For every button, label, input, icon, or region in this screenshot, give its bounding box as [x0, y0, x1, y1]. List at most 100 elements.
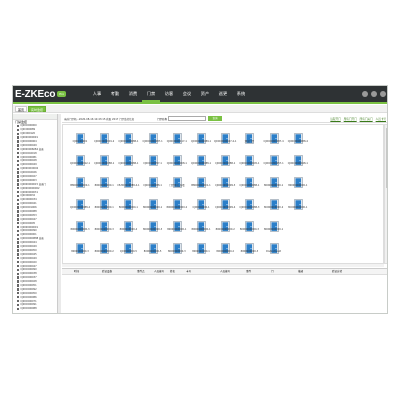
tree-checkbox[interactable]: [17, 155, 20, 159]
door-tile[interactable]: CJ00C0000088-1: [92, 151, 116, 170]
door-tile[interactable]: 80000000000-1: [189, 217, 213, 236]
door-tile[interactable]: 8000000000-2: [213, 239, 237, 258]
tree-checkbox[interactable]: [17, 264, 20, 268]
door-tile[interactable]: 测试门禁: [237, 129, 261, 148]
scrollbar-thumb[interactable]: [386, 128, 387, 188]
tree-checkbox[interactable]: [17, 241, 20, 244]
door-tile[interactable]: CJ00C0000047-4-1: [213, 129, 237, 148]
event-column-header[interactable]: 人员编号: [220, 270, 230, 274]
nav-item[interactable]: 考勤: [106, 86, 124, 102]
event-column-header[interactable]: 门: [271, 270, 274, 274]
door-tile[interactable]: Distinctiveld: [262, 239, 286, 258]
tree-checkbox[interactable]: [17, 132, 20, 135]
tree-checkbox[interactable]: [17, 163, 20, 167]
door-tile[interactable]: CJ00C0000088-1: [189, 151, 213, 170]
door-tile[interactable]: CJ00C00001: [68, 129, 92, 148]
tree-checkbox[interactable]: [17, 268, 20, 272]
tree-checkbox[interactable]: [17, 218, 20, 221]
event-column-header[interactable]: 人员编号: [154, 270, 164, 274]
tree-checkbox[interactable]: [17, 151, 20, 155]
tree-checkbox[interactable]: [17, 214, 20, 217]
door-tile[interactable]: 8C000000000-1: [286, 195, 310, 214]
nav-item[interactable]: 系统: [232, 86, 250, 102]
door-tile[interactable]: CJ00C0000117-1: [165, 129, 189, 148]
tab-home[interactable]: 首页: [15, 106, 28, 112]
door-tile[interactable]: CJ00C0000012-1: [68, 151, 92, 170]
door-tile[interactable]: 8000000000-4: [116, 217, 140, 236]
door-tile[interactable]: 80000000000-1: [116, 195, 140, 214]
tree-checkbox[interactable]: [17, 144, 20, 147]
tree-checkbox[interactable]: [17, 229, 20, 233]
door-tile[interactable]: 8000000000-1: [189, 239, 213, 258]
tree-checkbox[interactable]: [17, 222, 20, 225]
tree-checkbox[interactable]: [17, 257, 20, 260]
door-tile[interactable]: CJ00C0000088-1: [116, 129, 140, 148]
grid-hscrollbar[interactable]: [62, 264, 384, 267]
logout-icon[interactable]: [380, 91, 386, 97]
tree-item[interactable]: CJ00C000088: [13, 307, 57, 311]
door-tile[interactable]: CJ00C0000088-4: [68, 195, 92, 214]
door-tile[interactable]: CJ00C0000087-4: [262, 129, 286, 148]
action-link[interactable]: 所有门关门: [360, 117, 373, 121]
door-tile[interactable]: 80000000000-1: [286, 173, 310, 192]
tree-checkbox[interactable]: [17, 272, 20, 275]
door-tile[interactable]: 门禁测试_外墙: [165, 173, 189, 192]
tree-checkbox[interactable]: [17, 179, 20, 182]
door-tile[interactable]: CJ00C0000088-1: [237, 173, 261, 192]
tree-checkbox[interactable]: [17, 237, 20, 240]
splitter[interactable]: [58, 114, 61, 313]
door-tile[interactable]: CJ00C0000048-1: [286, 151, 310, 170]
nav-item[interactable]: 资产: [196, 86, 214, 102]
door-tile[interactable]: 80000000000-3: [92, 217, 116, 236]
action-link[interactable]: 远程开门: [330, 117, 340, 121]
tree-checkbox[interactable]: [17, 128, 20, 132]
tree-checkbox[interactable]: [17, 210, 20, 213]
door-tile[interactable]: CJ00C0000088-1: [116, 151, 140, 170]
event-column-header[interactable]: 验证方式: [332, 270, 342, 274]
tree-checkbox[interactable]: [17, 171, 20, 174]
event-column-header[interactable]: 事件点: [137, 270, 145, 274]
tree-checkbox[interactable]: [17, 288, 20, 291]
nav-item[interactable]: 巡更: [214, 86, 232, 102]
tree-checkbox[interactable]: [17, 245, 20, 248]
tree-checkbox[interactable]: [17, 260, 20, 264]
door-tile[interactable]: CJ00C0000099-4: [213, 195, 237, 214]
door-tile[interactable]: C8-MCJ000888-4-1: [116, 173, 140, 192]
tree-checkbox[interactable]: [17, 159, 20, 163]
tree-checkbox[interactable]: [17, 225, 20, 229]
settings-icon[interactable]: [371, 91, 377, 97]
event-column-header[interactable]: 卡号: [186, 270, 191, 274]
door-tile[interactable]: CJ00C0000008-1: [165, 151, 189, 170]
tree-checkbox[interactable]: [17, 190, 20, 194]
door-tile[interactable]: 80000000000-1: [92, 173, 116, 192]
door-tile[interactable]: 800000000000-2: [165, 195, 189, 214]
tree-checkbox[interactable]: [17, 253, 20, 256]
tab-realtime-monitor[interactable]: 实时监控: [28, 106, 47, 112]
tree-checkbox[interactable]: [17, 148, 20, 151]
door-tile[interactable]: CJ00000000-5: [116, 239, 140, 258]
tree-checkbox[interactable]: [17, 292, 20, 295]
tree-checkbox[interactable]: [17, 136, 20, 139]
event-column-header[interactable]: 验证设备: [102, 270, 112, 274]
door-tile[interactable]: CJ00C0000088-3: [237, 195, 261, 214]
tree-checkbox[interactable]: [17, 140, 20, 143]
door-tile[interactable]: 80000000000-3: [237, 217, 261, 236]
door-tile[interactable]: 80000000000-1: [262, 217, 286, 236]
door-tile[interactable]: 80000000000-1: [165, 217, 189, 236]
door-tile[interactable]: 8000000000-3: [237, 239, 261, 258]
nav-item[interactable]: 会议: [178, 86, 196, 102]
action-link[interactable]: 人员卡号: [376, 117, 386, 121]
action-link[interactable]: 所有门开门: [344, 117, 357, 121]
tree-checkbox[interactable]: [17, 280, 20, 283]
user-icon[interactable]: [362, 91, 368, 97]
tree-checkbox[interactable]: [17, 299, 20, 303]
event-column-header[interactable]: 描述: [298, 270, 303, 274]
door-tile[interactable]: 80000000000-1: [92, 195, 116, 214]
tree-checkbox[interactable]: [17, 167, 20, 170]
door-tile[interactable]: CJ00C0000088-4: [286, 129, 310, 148]
door-tile[interactable]: CJ00C0000001-2: [92, 129, 116, 148]
nav-item[interactable]: 访客: [160, 86, 178, 102]
tree-checkbox[interactable]: [17, 233, 20, 237]
tree-checkbox[interactable]: [17, 303, 20, 307]
door-tile[interactable]: CJ00C0000099-3: [213, 173, 237, 192]
